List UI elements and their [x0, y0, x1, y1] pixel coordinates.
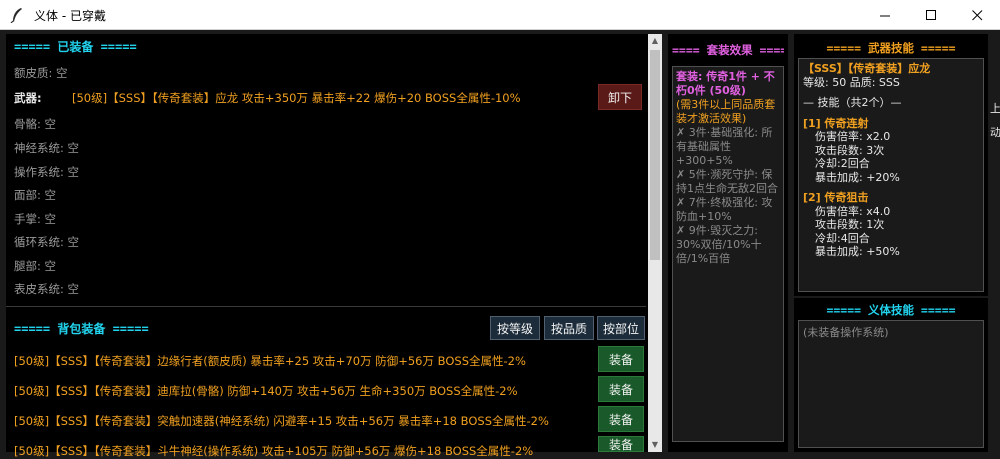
weapon-name: 【SSS】【传奇套装】应龙: [803, 62, 931, 75]
set-effects-panel: ==== 套装效果 ==== 套装: 传奇1件 + 不朽0件 (50级) (需3…: [668, 34, 788, 452]
equipped-section: ===== 已装备 ===== 额皮质: 空 武器: [50级]【SSS】【传奇…: [6, 34, 646, 306]
set-effects-title: ==== 套装效果 ====: [672, 43, 784, 57]
cyber-skills-box: (未装备操作系统): [798, 320, 984, 448]
background-window-edge: [990, 30, 1000, 459]
set-bonus-9: ✗ 9件·毁灭之力: 30%双倍/10%十倍/1%百倍: [676, 224, 762, 265]
equip-button[interactable]: 装备: [598, 346, 644, 372]
equip-button[interactable]: 装备: [598, 406, 644, 432]
unequip-button[interactable]: 卸下: [598, 84, 642, 110]
slot-nervous: 神经系统: 空: [14, 141, 80, 155]
bag-item: [50级]【SSS】【传奇套装】迪库拉(骨骼) 防御+140万 攻击+56万 生…: [14, 384, 518, 398]
background-window-text: 动: [990, 126, 1000, 139]
section-divider: [6, 306, 646, 307]
skill-2-rate: 伤害倍率: x4.0: [815, 204, 891, 218]
equipped-title: ===== 已装备 =====: [14, 40, 137, 54]
inventory-panel: ===== 已装备 ===== 额皮质: 空 武器: [50级]【SSS】【传奇…: [6, 34, 662, 458]
set-bonus-7: ✗ 7件·终极强化: 攻防血+10%: [676, 196, 773, 223]
skill-2-crit: 暴击加成: +50%: [815, 245, 900, 258]
scroll-down-arrow-icon[interactable]: ▼: [648, 438, 662, 452]
skill-1-crit: 暴击加成: +20%: [815, 170, 900, 184]
cyber-skills-title: ===== 义体技能 =====: [826, 303, 956, 317]
skill-2-hits: 攻击段数: 1次: [815, 218, 885, 231]
slot-os: 操作系统: 空: [14, 165, 80, 179]
window-title: 义体 - 已穿戴: [34, 9, 106, 23]
skill-2-cooldown: 冷却:4回合: [815, 231, 870, 245]
skill-1-hits: 攻击段数: 3次: [815, 143, 885, 157]
sort-by-level-button[interactable]: 按等级: [490, 316, 540, 340]
cyber-skills-empty: (未装备操作系统): [803, 326, 889, 339]
bag-item: [50级]【SSS】【传奇套装】边缘行者(额皮质) 暴击率+25 攻击+70万 …: [14, 354, 526, 368]
sort-by-slot-button[interactable]: 按部位: [597, 316, 645, 340]
equip-button[interactable]: 装备: [598, 376, 644, 402]
slot-legs: 腿部: 空: [14, 259, 57, 273]
scroll-thumb[interactable]: [650, 50, 660, 260]
skills-header: — 技能（共2个）—: [803, 96, 902, 109]
slot-face: 面部: 空: [14, 188, 57, 202]
feather-icon: [10, 8, 22, 23]
equip-button[interactable]: 装备: [598, 436, 644, 452]
cyber-skills-panel: ===== 义体技能 ===== (未装备操作系统): [794, 298, 988, 452]
bag-item: [50级]【SSS】【传奇套装】斗牛神经(操作系统) 攻击+105万 防御+56…: [14, 444, 534, 458]
weapon-description: [50级]【SSS】【传奇套装】应龙 攻击+350万 暴击率+22 爆伤+20 …: [72, 91, 521, 105]
slot-hands: 手掌: 空: [14, 212, 57, 226]
slot-integumentary: 表皮系统: 空: [14, 282, 80, 296]
weapon-meta: 等级: 50 品质: SSS: [803, 75, 900, 89]
slot-skeleton: 骨骼: 空: [14, 117, 57, 131]
weapon-skills-panel: ===== 武器技能 ===== 【SSS】【传奇套装】应龙 等级: 50 品质…: [794, 34, 988, 296]
title-bar: 义体 - 已穿戴: [0, 0, 1000, 30]
scroll-up-arrow-icon[interactable]: ▲: [648, 34, 662, 48]
skill-2-name: [2] 传奇狙击: [803, 191, 869, 204]
close-button[interactable]: [954, 0, 1000, 30]
weapon-skills-box: 【SSS】【传奇套装】应龙 等级: 50 品质: SSS — 技能（共2个）— …: [798, 58, 984, 292]
bag-title: ===== 背包装备 =====: [14, 322, 149, 336]
minimize-button[interactable]: [862, 0, 908, 30]
close-icon: [971, 9, 982, 20]
sort-by-quality-button[interactable]: 按品质: [544, 316, 594, 340]
skill-1-cooldown: 冷却:2回合: [815, 157, 870, 170]
maximize-icon: [925, 9, 936, 20]
set-activation-note: (需3件以上同品质套装才激活效果): [676, 98, 776, 125]
maximize-button[interactable]: [908, 0, 954, 30]
set-bonus-5: ✗ 5件·濒死守护: 保持1点生命无敌2回合: [676, 168, 778, 195]
slot-weapon: 武器:: [14, 91, 42, 105]
weapon-skills-title: ===== 武器技能 =====: [826, 41, 956, 55]
set-bonus-3: ✗ 3件·基础强化: 所有基础属性+300+5%: [676, 126, 773, 167]
minimize-icon: [879, 15, 890, 16]
skill-1-rate: 伤害倍率: x2.0: [815, 130, 891, 143]
set-effects-box: 套装: 传奇1件 + 不朽0件 (50级) (需3件以上同品质套装才激活效果) …: [672, 66, 784, 442]
slot-circulatory: 循环系统: 空: [14, 235, 80, 249]
bag-item: [50级]【SSS】【传奇套装】突触加速器(神经系统) 闪避率+15 攻击+56…: [14, 414, 549, 428]
background-window-text: 上: [990, 102, 1000, 115]
skill-1-name: [1] 传奇连射: [803, 116, 869, 130]
slot-forehead: 额皮质: 空: [14, 66, 68, 80]
vertical-scrollbar[interactable]: ▲ ▼: [648, 34, 662, 452]
set-summary: 套装: 传奇1件 + 不朽0件 (50级): [676, 70, 775, 97]
